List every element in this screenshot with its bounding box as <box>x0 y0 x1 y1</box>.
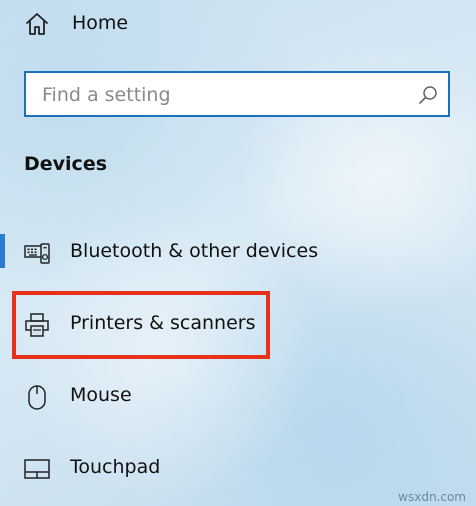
sidebar-item-label: Touchpad <box>70 456 161 478</box>
sidebar-item-bluetooth[interactable]: Bluetooth & other devices <box>0 230 476 274</box>
watermark: wsxdn.com <box>398 490 466 504</box>
home-icon <box>26 13 48 35</box>
home-nav-link[interactable]: Home <box>24 6 128 42</box>
touchpad-icon <box>24 459 50 479</box>
sidebar-item-label: Bluetooth & other devices <box>70 240 319 262</box>
search-icon[interactable] <box>418 85 438 105</box>
home-label: Home <box>72 12 129 34</box>
section-title: Devices <box>24 153 108 175</box>
bluetooth-devices-icon <box>24 243 50 264</box>
search-input[interactable]: Find a setting <box>24 71 450 117</box>
selected-indicator <box>0 234 5 268</box>
sidebar-item-label: Mouse <box>70 384 132 406</box>
search-placeholder: Find a setting <box>42 84 171 106</box>
highlight-box <box>12 291 270 359</box>
mouse-icon <box>28 385 46 410</box>
sidebar-item-touchpad[interactable]: Touchpad <box>0 446 476 490</box>
sidebar-item-mouse[interactable]: Mouse <box>0 374 476 418</box>
